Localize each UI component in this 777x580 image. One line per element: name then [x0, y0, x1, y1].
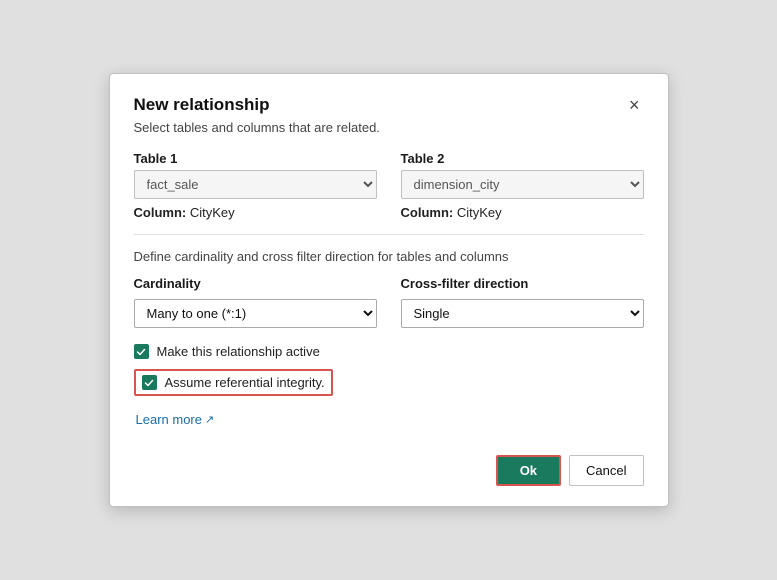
learn-more-label: Learn more	[136, 412, 202, 427]
active-checkbox[interactable]	[134, 344, 149, 359]
cancel-button[interactable]: Cancel	[569, 455, 643, 486]
cardinality-group: Cardinality Many to one (*:1)	[134, 276, 377, 328]
dialog-subtitle: Select tables and columns that are relat…	[134, 120, 644, 135]
crossfilter-label: Cross-filter direction	[401, 276, 644, 291]
section-desc: Define cardinality and cross filter dire…	[134, 249, 644, 264]
tables-row: Table 1 fact_sale Column: CityKey Table …	[134, 151, 644, 220]
new-relationship-dialog: New relationship × Select tables and col…	[109, 73, 669, 507]
dialog-title: New relationship	[134, 95, 270, 115]
crossfilter-select[interactable]: Single	[401, 299, 644, 328]
dialog-header: New relationship ×	[134, 94, 644, 116]
table2-column: Column: CityKey	[401, 205, 644, 220]
table1-column-label: Column:	[134, 205, 187, 220]
footer-row: Ok Cancel	[134, 455, 644, 486]
table1-select[interactable]: fact_sale	[134, 170, 377, 199]
table2-select[interactable]: dimension_city	[401, 170, 644, 199]
table2-group: Table 2 dimension_city Column: CityKey	[401, 151, 644, 220]
learn-more-icon: ↗	[205, 413, 214, 426]
active-checkbox-row: Make this relationship active	[134, 344, 644, 359]
table1-column: Column: CityKey	[134, 205, 377, 220]
integrity-checkbox-row: Assume referential integrity.	[134, 369, 333, 396]
integrity-checkbox[interactable]	[142, 375, 157, 390]
table1-column-value: CityKey	[190, 205, 235, 220]
table1-label: Table 1	[134, 151, 377, 166]
cardinality-row: Cardinality Many to one (*:1) Cross-filt…	[134, 276, 644, 328]
crossfilter-group: Cross-filter direction Single	[401, 276, 644, 328]
close-button[interactable]: ×	[625, 94, 644, 116]
cardinality-select[interactable]: Many to one (*:1)	[134, 299, 377, 328]
integrity-checkbox-wrapper: Assume referential integrity.	[134, 369, 644, 404]
integrity-checkbox-label: Assume referential integrity.	[165, 375, 325, 390]
ok-button[interactable]: Ok	[496, 455, 561, 486]
table2-label: Table 2	[401, 151, 644, 166]
active-checkbox-label: Make this relationship active	[157, 344, 320, 359]
table2-column-value: CityKey	[457, 205, 502, 220]
cardinality-label: Cardinality	[134, 276, 377, 291]
section-divider	[134, 234, 644, 235]
learn-more-link[interactable]: Learn more ↗	[136, 412, 215, 427]
table1-group: Table 1 fact_sale Column: CityKey	[134, 151, 377, 220]
table2-column-label: Column:	[401, 205, 454, 220]
